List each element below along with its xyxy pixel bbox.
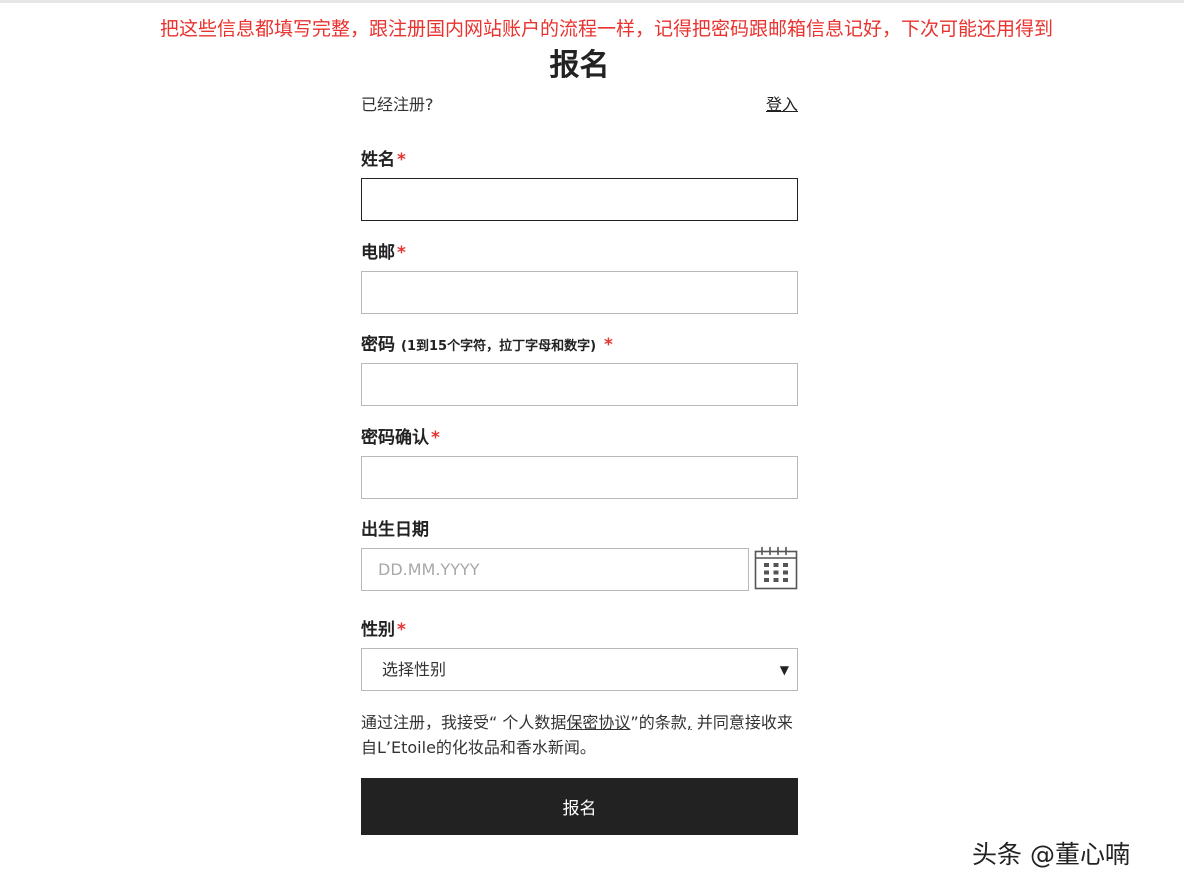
email-label: 电邮 * [361, 241, 406, 265]
consent-middle: ”的条款 [630, 713, 687, 732]
password-label-text: 密码 [361, 335, 395, 355]
required-marker: * [397, 243, 406, 263]
gender-select[interactable]: 选择性别 ▼ [361, 648, 798, 691]
calendar-icon-graphic [754, 547, 798, 590]
page-title: 报名 [549, 48, 610, 83]
password-confirm-label: 密码确认 * [361, 426, 440, 450]
consent-comma: , [686, 713, 692, 732]
calendar-icon[interactable] [754, 546, 798, 590]
dropdown-arrow-icon: ▼ [779, 663, 789, 677]
consent-prefix: 通过注册，我接受“ 个人数据 [361, 713, 567, 732]
password-confirm-label-text: 密码确认 [361, 428, 429, 448]
instruction-annotation: 把这些信息都填写完整，跟注册国内网站账户的流程一样，记得把密码跟邮箱信息记好，下… [160, 18, 1054, 40]
gender-label: 性别 * [361, 618, 406, 642]
privacy-policy-link[interactable]: 保密协议 [566, 713, 630, 732]
name-label-text: 姓名 [361, 150, 395, 170]
top-divider [0, 0, 1184, 3]
watermark: 头条 @董心喃 [972, 840, 1130, 869]
required-marker: * [397, 150, 406, 170]
password-label: 密码 (1到15个字符，拉丁字母和数字) * [361, 333, 613, 359]
name-label: 姓名 * [361, 148, 406, 172]
gender-label-text: 性别 [361, 620, 395, 640]
password-input[interactable] [361, 363, 798, 406]
password-confirm-input[interactable] [361, 456, 798, 499]
login-link[interactable]: 登入 [766, 94, 798, 116]
email-label-text: 电邮 [361, 243, 395, 263]
already-registered-text: 已经注册? [361, 95, 434, 114]
email-input[interactable] [361, 271, 798, 314]
birthdate-input[interactable] [361, 548, 749, 591]
consent-text: 通过注册，我接受“ 个人数据保密协议”的条款, 并同意接收来自L’Etoile的… [361, 710, 798, 760]
gender-selected-value: 选择性别 [382, 660, 447, 679]
required-marker: * [603, 335, 613, 355]
submit-button[interactable]: 报名 [361, 778, 798, 835]
birthdate-label: 出生日期 [361, 520, 429, 540]
required-marker: * [431, 428, 440, 448]
required-marker: * [397, 620, 406, 640]
name-input[interactable] [361, 178, 798, 221]
password-hint: (1到15个字符，拉丁字母和数字) [401, 339, 597, 354]
